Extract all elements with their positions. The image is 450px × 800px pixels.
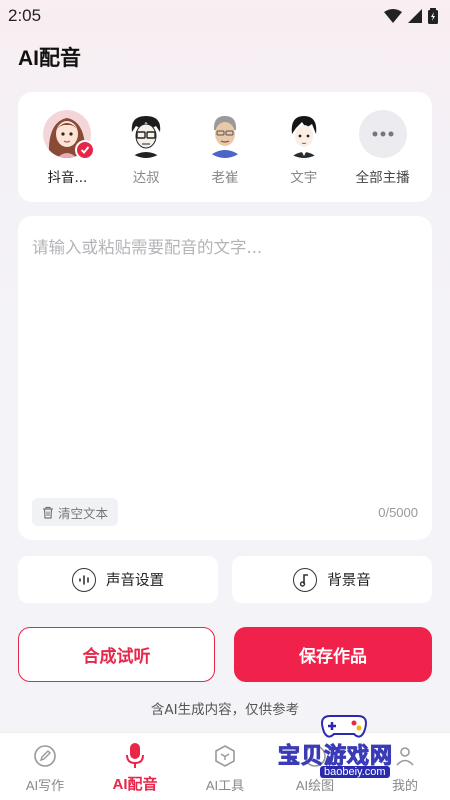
gray-hair-man-avatar-icon [200, 110, 249, 158]
nav-label: AI工具 [205, 778, 245, 793]
pen-icon [32, 743, 58, 769]
voice-name: 达叔 [132, 170, 160, 186]
voice-settings-button[interactable]: 声音设置 [18, 556, 218, 603]
voice-item-dashu[interactable]: 达叔 [110, 110, 182, 186]
voice-selector: 抖音... 达叔 老崔 文宇 全部主播 [18, 92, 432, 202]
status-bar: 2:05 [0, 0, 450, 32]
save-work-button[interactable]: 保存作品 [234, 627, 432, 682]
script-text-input[interactable] [32, 234, 418, 494]
voice-item-laocui[interactable]: 老崔 [189, 110, 261, 186]
selected-check-icon [75, 140, 96, 160]
young-man-avatar-icon [279, 110, 328, 158]
background-music-label: 背景音 [327, 573, 371, 589]
battery-icon [428, 8, 438, 24]
nav-label: AI配音 [112, 776, 158, 793]
microphone-icon [122, 743, 148, 769]
more-icon [358, 110, 407, 158]
voice-name: 文宇 [290, 170, 318, 186]
glasses-man-avatar-icon [122, 110, 171, 158]
voice-item-douyin[interactable]: 抖音... [31, 110, 103, 186]
status-time: 2:05 [8, 6, 42, 25]
nav-item-ai-writing[interactable]: AI写作 [5, 743, 85, 794]
text-editor-card: 清空文本 0/5000 [18, 216, 432, 540]
status-icons [384, 8, 438, 24]
voice-item-all-anchors[interactable]: 全部主播 [347, 110, 419, 186]
voice-item-wenyu[interactable]: 文宇 [268, 110, 340, 186]
box-icon [212, 743, 238, 769]
synthesize-preview-button[interactable]: 合成试听 [18, 627, 215, 682]
voice-settings-label: 声音设置 [106, 573, 164, 589]
signal-icon [408, 9, 422, 23]
nav-item-ai-tools[interactable]: AI工具 [185, 743, 265, 794]
avatar [200, 110, 249, 158]
avatar [43, 110, 96, 160]
site-watermark: 宝贝游戏网 baobeiy.com [272, 708, 432, 792]
char-count: 0/5000 [378, 505, 418, 520]
clear-text-button[interactable]: 清空文本 [32, 498, 119, 526]
voice-name: 抖音... [47, 170, 88, 186]
avatar [279, 110, 328, 158]
music-note-icon [293, 567, 318, 592]
avatar [122, 110, 171, 158]
voice-name: 老崔 [211, 170, 239, 186]
page-title: AI配音 [18, 47, 81, 70]
nav-item-ai-dubbing[interactable]: AI配音 [95, 743, 175, 794]
wifi-icon [384, 9, 402, 23]
waveform-icon [72, 567, 96, 592]
voice-name: 全部主播 [355, 170, 410, 186]
nav-label: AI写作 [25, 778, 65, 793]
clear-text-label: 清空文本 [58, 505, 109, 521]
trash-icon [43, 506, 53, 519]
watermark-url: baobeiy.com [320, 766, 390, 778]
background-music-button[interactable]: 背景音 [232, 556, 432, 603]
